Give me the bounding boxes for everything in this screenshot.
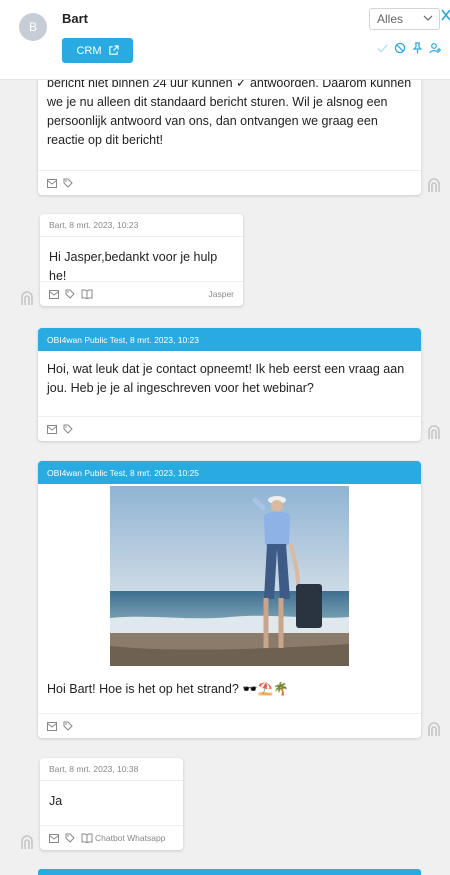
conversation-header: B Bart CRM Alles — [0, 0, 450, 80]
message-card: Bart, 8 mrt. 2023, 10:23 Hi Jasper,bedan… — [40, 214, 243, 306]
avatar-initial: B — [28, 20, 37, 34]
mail-icon[interactable] — [49, 289, 59, 299]
message-text: Ja — [49, 794, 63, 808]
mail-icon[interactable] — [47, 178, 57, 188]
agent-name: Jasper — [208, 289, 234, 299]
user-avatar-icon — [21, 291, 33, 305]
mail-icon[interactable] — [47, 424, 57, 434]
external-link-icon — [108, 45, 119, 55]
message-card: bericht niet binnen 24 uur kunnen ✓ antw… — [38, 80, 421, 195]
pin-icon[interactable] — [412, 42, 423, 54]
message-actions — [38, 170, 421, 195]
tag-icon[interactable] — [63, 424, 73, 434]
beach-photo-image — [110, 486, 349, 666]
crm-button-label: CRM — [76, 44, 102, 57]
attached-photo[interactable] — [110, 486, 349, 666]
user-avatar-icon — [428, 722, 440, 736]
tag-icon[interactable] — [65, 289, 75, 299]
close-icon[interactable] — [441, 9, 450, 21]
user-avatar-icon — [21, 835, 33, 849]
filter-select-value: Alles — [377, 12, 404, 26]
user-avatar-icon — [428, 425, 440, 439]
tag-icon[interactable] — [63, 721, 73, 731]
message-actions: Chatbot Whatsapp — [40, 825, 183, 850]
mail-icon[interactable] — [47, 721, 57, 731]
tag-icon[interactable] — [63, 178, 73, 188]
contact-name[interactable]: Bart — [62, 11, 88, 26]
message-text: Hoi Bart! Hoe is het op het strand? 🕶️⛱️… — [47, 682, 289, 696]
book-icon[interactable] — [81, 289, 93, 299]
user-avatar-icon — [428, 178, 440, 192]
message-list[interactable]: bericht niet binnen 24 uur kunnen ✓ antw… — [0, 80, 450, 875]
message-actions — [38, 416, 421, 441]
assign-user-icon[interactable] — [429, 42, 441, 54]
check-icon[interactable] — [377, 43, 388, 54]
avatar[interactable]: B — [19, 13, 47, 41]
chevron-down-icon — [423, 15, 433, 21]
conversation-actions — [377, 42, 441, 54]
message-meta: Bart, 8 mrt. 2023, 10:38 — [40, 758, 183, 781]
filter-select[interactable]: Alles — [369, 8, 440, 30]
book-icon[interactable] — [81, 833, 93, 843]
message-card: OBI4wan Public Test, 8 mrt. 2023, 10:25 — [38, 461, 421, 738]
message-card: OBI4wan Public Test, 8 mrt. 2023, 10:23 … — [38, 328, 421, 441]
message-actions: Jasper — [40, 281, 243, 306]
message-text: Hoi, wat leuk dat je contact opneemt! Ik… — [47, 362, 405, 395]
message-meta: OBI4wan Public Test, 8 mrt. 2023, 10:23 — [38, 328, 421, 351]
next-message-card — [38, 869, 421, 875]
block-icon[interactable] — [394, 42, 406, 54]
message-meta: Bart, 8 mrt. 2023, 10:23 — [40, 214, 243, 237]
message-text: bericht niet binnen 24 uur kunnen ✓ antw… — [47, 80, 412, 147]
crm-button[interactable]: CRM — [62, 38, 133, 63]
mail-icon[interactable] — [49, 833, 59, 843]
message-card: Bart, 8 mrt. 2023, 10:38 Ja Chatbot What… — [40, 758, 183, 850]
message-actions — [38, 713, 421, 738]
channel-tag: Chatbot Whatsapp — [95, 833, 166, 843]
message-meta: OBI4wan Public Test, 8 mrt. 2023, 10:25 — [38, 461, 421, 484]
tag-icon[interactable] — [65, 833, 75, 843]
